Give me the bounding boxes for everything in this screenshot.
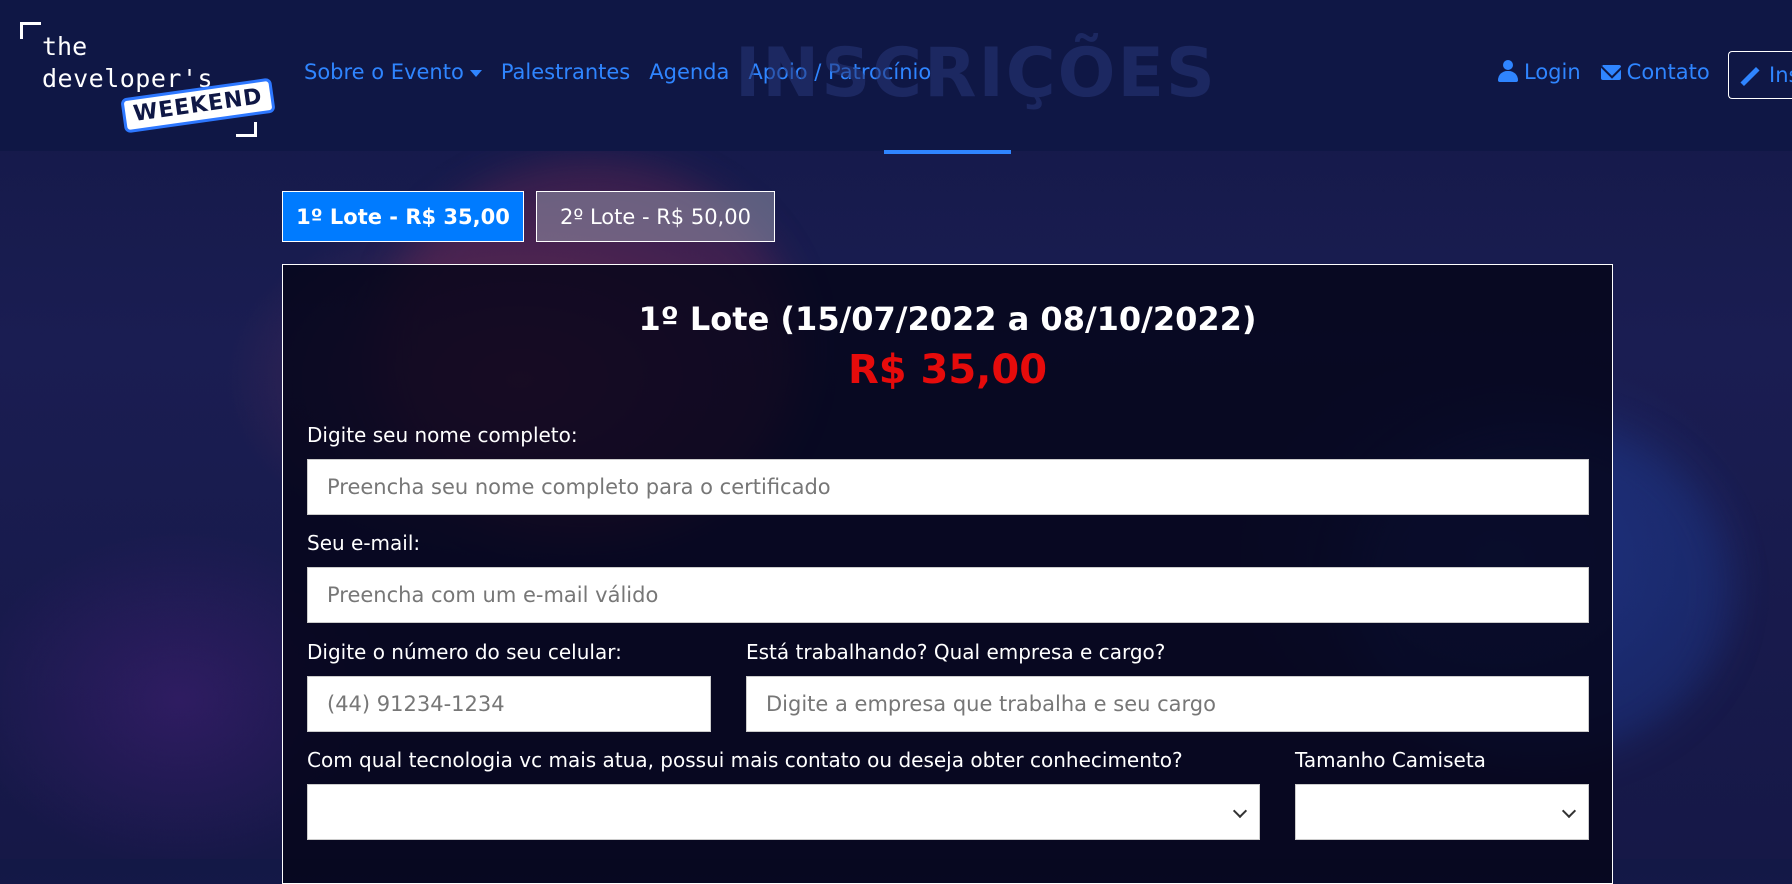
shirt-size-select[interactable] bbox=[1295, 784, 1589, 840]
user-icon bbox=[1498, 60, 1518, 82]
nav-item-label: Sobre o Evento bbox=[304, 60, 464, 84]
lote-title: 1º Lote (15/07/2022 a 08/10/2022) bbox=[638, 300, 1257, 338]
phone-input[interactable] bbox=[307, 676, 711, 732]
contact-label: Contato bbox=[1626, 60, 1710, 84]
technology-label: Com qual tecnologia vc mais atua, possui… bbox=[307, 748, 1183, 772]
name-label: Digite seu nome completo: bbox=[307, 423, 578, 447]
right-nav: Login Contato bbox=[1498, 60, 1710, 84]
section-watermark: INSCRIÇÕES bbox=[735, 34, 1217, 113]
contact-link[interactable]: Contato bbox=[1600, 60, 1710, 84]
pencil-icon bbox=[1740, 66, 1760, 86]
technology-select[interactable] bbox=[307, 784, 1260, 840]
nav-item-palestrantes[interactable]: Palestrantes bbox=[501, 60, 630, 84]
job-label: Está trabalhando? Qual empresa e cargo? bbox=[746, 640, 1166, 664]
signup-label: Ins bbox=[1769, 63, 1792, 87]
name-input[interactable] bbox=[307, 459, 1589, 515]
chevron-down-icon bbox=[1561, 803, 1577, 819]
email-label: Seu e-mail: bbox=[307, 531, 421, 555]
phone-label: Digite o número do seu celular: bbox=[307, 640, 622, 664]
envelope-icon bbox=[1600, 65, 1621, 80]
job-input[interactable] bbox=[746, 676, 1589, 732]
registration-form: 1º Lote (15/07/2022 a 08/10/2022) R$ 35,… bbox=[282, 264, 1613, 884]
email-input[interactable] bbox=[307, 567, 1589, 623]
nav-item-sobre-o-evento[interactable]: Sobre o Evento bbox=[304, 60, 482, 84]
caret-down-icon bbox=[469, 69, 482, 77]
login-label: Login bbox=[1524, 60, 1581, 84]
signup-button[interactable]: Ins bbox=[1728, 51, 1792, 99]
tab-lote-2[interactable]: 2º Lote - R$ 50,00 bbox=[536, 191, 775, 242]
logo-text-line1: the bbox=[42, 32, 88, 61]
nav-item-agenda[interactable]: Agenda bbox=[649, 60, 729, 84]
logo-corner bbox=[20, 22, 41, 39]
tab-lote-1[interactable]: 1º Lote - R$ 35,00 bbox=[282, 191, 524, 242]
login-link[interactable]: Login bbox=[1498, 60, 1581, 84]
shirt-size-label: Tamanho Camiseta bbox=[1295, 748, 1486, 772]
logo[interactable]: the developer's WEEKEND bbox=[20, 22, 276, 137]
section-underline bbox=[884, 150, 1011, 154]
lote-price: R$ 35,00 bbox=[847, 347, 1048, 393]
chevron-down-icon bbox=[1232, 803, 1248, 819]
logo-corner bbox=[236, 122, 257, 137]
